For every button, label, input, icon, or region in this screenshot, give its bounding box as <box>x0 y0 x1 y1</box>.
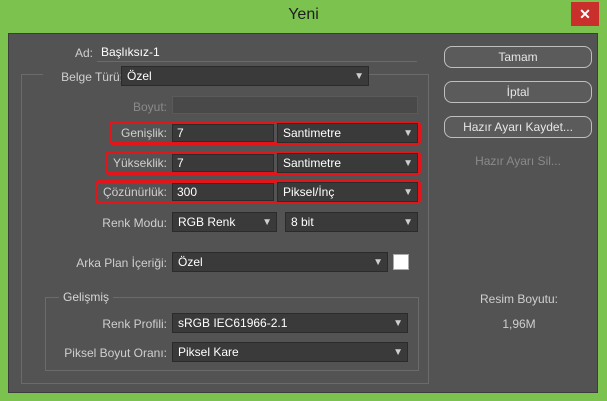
height-unit-select[interactable]: Santimetre ▼ <box>277 153 418 173</box>
color-profile-value: sRGB IEC61966-2.1 <box>178 316 288 330</box>
title-bar[interactable]: Yeni ✕ <box>0 0 607 33</box>
bit-depth-value: 8 bit <box>291 215 314 229</box>
chevron-down-icon: ▼ <box>262 217 272 228</box>
close-button[interactable]: ✕ <box>571 2 599 26</box>
document-type-label: Belge Türü: <box>43 70 123 84</box>
new-document-dialog: Ad: Başlıksız-1 Belge Türü: Özel ▼ Boyut… <box>8 33 598 393</box>
name-label: Ad: <box>74 46 93 60</box>
chevron-down-icon: ▼ <box>393 318 403 329</box>
background-select[interactable]: Özel ▼ <box>172 252 388 272</box>
chevron-down-icon: ▼ <box>403 217 413 228</box>
color-mode-value: RGB Renk <box>178 215 236 229</box>
width-unit-value: Santimetre <box>283 126 342 140</box>
image-size-label: Resim Boyutu: <box>479 292 559 306</box>
pixel-aspect-value: Piksel Kare <box>178 345 239 359</box>
height-label: Yükseklik: <box>112 156 167 170</box>
chevron-down-icon: ▼ <box>403 187 413 198</box>
color-profile-label: Renk Profili: <box>102 317 167 331</box>
width-label: Genişlik: <box>120 126 167 140</box>
advanced-group-title: Gelişmiş <box>59 290 114 304</box>
chevron-down-icon: ▼ <box>373 257 383 268</box>
bit-depth-select[interactable]: 8 bit ▼ <box>285 212 418 232</box>
pixel-aspect-select[interactable]: Piksel Kare ▼ <box>172 342 408 362</box>
pixel-aspect-label: Piksel Boyut Oranı: <box>64 346 167 360</box>
background-label: Arka Plan İçeriği: <box>76 256 167 270</box>
name-input[interactable]: Başlıksız-1 <box>97 44 417 62</box>
document-type-select[interactable]: Özel ▼ <box>121 66 369 86</box>
save-preset-button[interactable]: Hazır Ayarı Kaydet... <box>444 116 592 138</box>
color-profile-select[interactable]: sRGB IEC61966-2.1 ▼ <box>172 313 408 333</box>
background-value: Özel <box>178 255 203 269</box>
resolution-unit-select[interactable]: Piksel/İnç ▼ <box>277 182 418 202</box>
resolution-label: Çözünürlük: <box>102 185 167 199</box>
background-color-swatch[interactable] <box>393 254 409 270</box>
size-label: Boyut: <box>132 100 167 114</box>
chevron-down-icon: ▼ <box>354 71 364 82</box>
delete-preset-button[interactable]: Hazır Ayarı Sil... <box>444 151 592 173</box>
window-frame: Yeni ✕ Ad: Başlıksız-1 Belge Türü: Özel … <box>0 0 607 401</box>
image-size-value: 1,96M <box>502 317 536 331</box>
chevron-down-icon: ▼ <box>393 347 403 358</box>
size-select[interactable] <box>172 96 418 114</box>
resolution-input[interactable]: 300 <box>172 183 274 201</box>
cancel-button[interactable]: İptal <box>444 81 592 103</box>
document-type-value: Özel <box>127 69 152 83</box>
width-unit-select[interactable]: Santimetre ▼ <box>277 123 418 143</box>
resolution-unit-value: Piksel/İnç <box>283 185 335 199</box>
height-unit-value: Santimetre <box>283 156 342 170</box>
ok-button[interactable]: Tamam <box>444 46 592 68</box>
color-mode-label: Renk Modu: <box>102 216 167 230</box>
chevron-down-icon: ▼ <box>403 128 413 139</box>
width-input[interactable]: 7 <box>172 124 274 142</box>
color-mode-select[interactable]: RGB Renk ▼ <box>172 212 277 232</box>
height-input[interactable]: 7 <box>172 154 274 172</box>
chevron-down-icon: ▼ <box>403 158 413 169</box>
window-title: Yeni <box>288 6 319 23</box>
